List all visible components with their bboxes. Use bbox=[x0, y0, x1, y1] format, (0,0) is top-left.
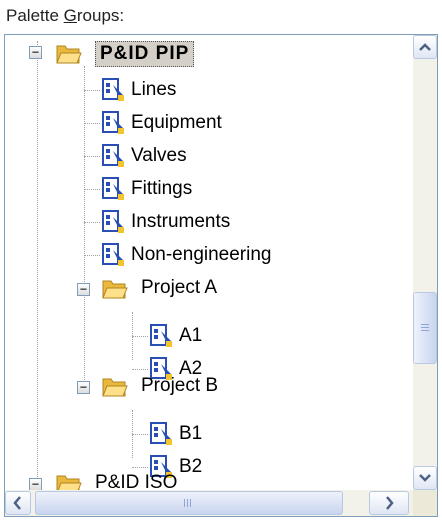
arrow-down-icon bbox=[419, 474, 431, 482]
arrow-up-icon bbox=[419, 43, 431, 51]
tool-palette-icon bbox=[102, 177, 124, 200]
tree-node-label: P&ID ISO bbox=[95, 472, 178, 490]
tree-node-label: A1 bbox=[179, 325, 203, 346]
folder-open-icon bbox=[56, 45, 82, 64]
grip-line bbox=[421, 327, 429, 328]
tree-node-label: P&ID PIP bbox=[95, 41, 195, 67]
folder-open-icon bbox=[102, 378, 128, 397]
tree-node-label: Instruments bbox=[131, 211, 231, 232]
tool-palette-icon bbox=[102, 243, 124, 266]
tree-node-project-a[interactable]: − Project A bbox=[5, 273, 305, 305]
grip-line bbox=[190, 499, 191, 507]
grip-line bbox=[421, 324, 429, 325]
tool-palette-icon bbox=[102, 144, 124, 167]
scroll-up-button[interactable] bbox=[413, 35, 437, 59]
collapse-toggle-icon[interactable]: − bbox=[29, 46, 42, 59]
scroll-left-button[interactable] bbox=[5, 491, 31, 515]
grip-line bbox=[184, 499, 185, 507]
tree-node-label: Lines bbox=[131, 79, 177, 100]
tree-node-non-engineering[interactable]: Non-engineering bbox=[5, 240, 325, 272]
tool-palette-icon bbox=[102, 78, 124, 101]
tree-node-label: Project B bbox=[141, 375, 219, 396]
scroll-right-button[interactable] bbox=[369, 491, 409, 515]
tree-node-label: Fittings bbox=[131, 178, 193, 199]
tree-node-label: Valves bbox=[131, 145, 187, 166]
tree-node-instruments[interactable]: Instruments bbox=[5, 207, 305, 239]
tree-node-equipment[interactable]: Equipment bbox=[5, 108, 305, 140]
palette-groups-label: Palette Groups: bbox=[6, 6, 125, 25]
scroll-down-button[interactable] bbox=[413, 466, 437, 490]
collapse-toggle-icon[interactable]: − bbox=[29, 478, 42, 490]
folder-open-icon bbox=[56, 475, 82, 490]
tree-view[interactable]: − P&ID PIP Lines Equipment Valves Fittin… bbox=[5, 35, 413, 490]
folder-open-icon bbox=[102, 280, 128, 299]
tree-node-lines[interactable]: Lines bbox=[5, 75, 305, 107]
tree-node-label: Equipment bbox=[131, 112, 222, 133]
tree-node-project-b[interactable]: − Project B bbox=[5, 371, 305, 403]
collapse-toggle-icon[interactable]: − bbox=[77, 283, 90, 296]
arrow-right-icon bbox=[386, 496, 394, 510]
tree-node-label: B1 bbox=[179, 423, 203, 444]
collapse-toggle-icon[interactable]: − bbox=[77, 381, 90, 394]
grip-line bbox=[187, 499, 188, 507]
tree-node-label: Project A bbox=[141, 277, 218, 298]
vertical-scrollbar[interactable] bbox=[413, 35, 437, 490]
horizontal-scrollbar[interactable] bbox=[5, 490, 413, 516]
tree-node-pid-iso[interactable]: − P&ID ISO bbox=[5, 467, 305, 490]
horizontal-scroll-thumb[interactable] bbox=[35, 491, 343, 515]
tool-palette-icon bbox=[102, 111, 124, 134]
tree-node-valves[interactable]: Valves bbox=[5, 141, 305, 173]
tree-node-label: Non-engineering bbox=[131, 244, 272, 265]
tree-node-b1[interactable]: B1 bbox=[5, 419, 305, 451]
arrow-left-icon bbox=[13, 496, 21, 510]
tool-palette-icon bbox=[102, 210, 124, 233]
palette-groups-tree-panel: − P&ID PIP Lines Equipment Valves Fittin… bbox=[4, 34, 438, 517]
grip-line bbox=[421, 330, 429, 331]
tool-palette-icon bbox=[150, 422, 172, 445]
tool-palette-icon bbox=[150, 324, 172, 347]
scrollbar-corner bbox=[413, 490, 437, 516]
tree-node-a1[interactable]: A1 bbox=[5, 321, 305, 353]
tree-node-fittings[interactable]: Fittings bbox=[5, 174, 305, 206]
vertical-scroll-thumb[interactable] bbox=[413, 292, 437, 364]
tree-node-pid-pip[interactable]: − P&ID PIP bbox=[5, 41, 305, 73]
